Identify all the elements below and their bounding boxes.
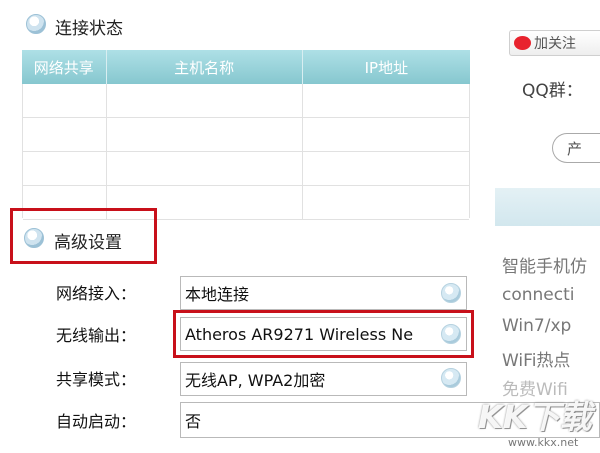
column-header-sharing: 网络共享: [22, 50, 107, 84]
network-access-label: 网络接入：: [56, 284, 137, 303]
connection-table-body: [22, 84, 470, 220]
network-access-select[interactable]: 本地连接: [180, 276, 467, 310]
auto-start-value: 否: [185, 412, 202, 431]
sidebar-line: connecti: [502, 285, 575, 305]
wireless-output-value: Atheros AR9271 Wireless Ne: [185, 324, 414, 344]
auto-start-label: 自动启动：: [56, 412, 137, 431]
table-row: [23, 118, 469, 152]
column-header-hostname: 主机名称: [107, 50, 303, 84]
section-bullet-icon: [24, 228, 44, 248]
connection-status-title: 连接状态: [55, 19, 123, 39]
share-mode-value: 无线AP, WPA2加密: [185, 371, 326, 390]
dropdown-arrow-icon[interactable]: [441, 324, 461, 344]
network-access-value: 本地连接: [185, 285, 250, 304]
watermark-logo: KK下载: [478, 398, 592, 436]
advanced-settings-title[interactable]: 高级设置: [54, 228, 122, 253]
sidebar-line: Win7/xp: [502, 316, 572, 336]
share-mode-label: 共享模式：: [56, 370, 137, 389]
sidebar-line: WiFi热点: [502, 351, 571, 371]
share-mode-select[interactable]: 无线AP, WPA2加密: [180, 362, 467, 396]
sidebar-tab-bar[interactable]: [495, 188, 600, 226]
wireless-output-select[interactable]: Atheros AR9271 Wireless Ne: [180, 317, 467, 351]
wireless-output-label: 无线输出：: [56, 326, 137, 345]
weibo-follow-button[interactable]: 加关注: [509, 30, 600, 56]
product-pill-button[interactable]: 产: [552, 133, 600, 163]
watermark-url: www.kkx.net: [508, 436, 579, 449]
dropdown-arrow-icon[interactable]: [441, 283, 461, 303]
dropdown-arrow-icon[interactable]: [441, 368, 461, 388]
table-row: [23, 152, 469, 186]
product-pill-label: 产: [567, 139, 583, 158]
weibo-icon: [514, 36, 531, 50]
column-header-ip: IP地址: [364, 58, 409, 77]
weibo-follow-label: 加关注: [534, 36, 576, 52]
connection-table-header: 网络共享 主机名称 IP地址: [22, 50, 470, 84]
section-bullet-icon: [26, 14, 46, 34]
qq-group-text: QQ群：: [522, 81, 583, 101]
table-row: [23, 84, 469, 118]
sidebar-line: 智能手机仿: [502, 257, 587, 277]
